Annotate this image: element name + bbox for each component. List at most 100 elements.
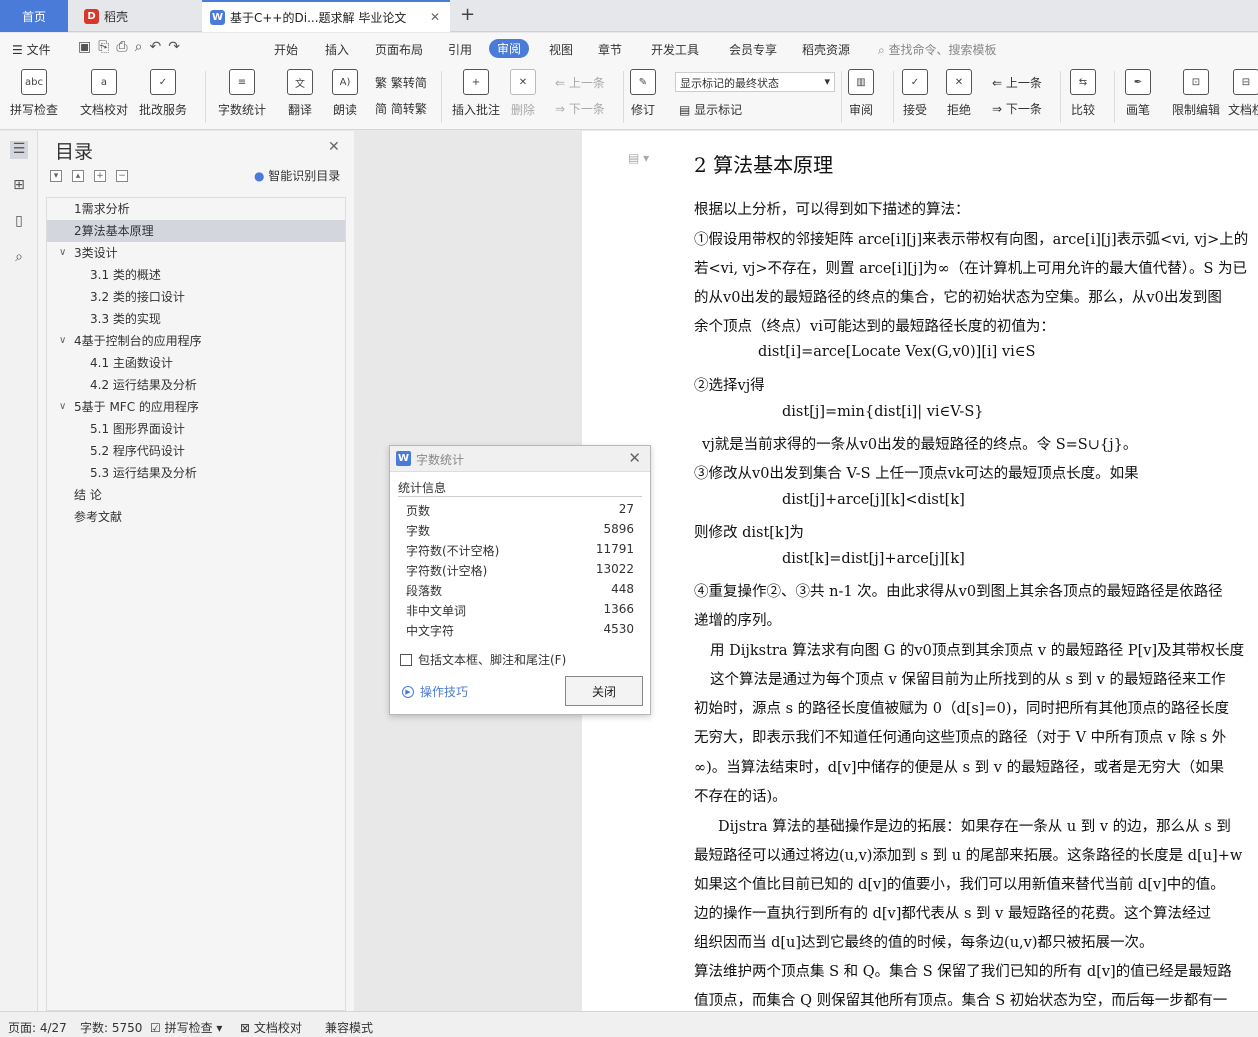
track-changes-button[interactable]: ✎ 修订	[630, 69, 656, 118]
menu-start[interactable]: 开始	[274, 41, 298, 58]
toc-item[interactable]: ∨ 4基于控制台的应用程序	[47, 330, 345, 352]
toc-item[interactable]: 4.1 主函数设计	[47, 352, 345, 374]
spell-check-status-label: 拼写检查	[164, 1021, 213, 1035]
smart-toc-icon: ●	[254, 169, 269, 183]
restrict-editing-button[interactable]: ⊡ 限制编辑	[1172, 69, 1220, 118]
close-icon[interactable]: ✕	[328, 139, 340, 155]
prev-comment-button[interactable]: ⇐ 上一条	[555, 74, 605, 91]
trad-to-simp-button[interactable]: 繁 繁转简	[375, 74, 427, 91]
proofread-icon: a	[91, 69, 117, 95]
word-count-indicator[interactable]: 字数: 5750	[80, 1019, 142, 1036]
tab-document[interactable]: W 基于C++的Di...题求解 毕业论文 ✕	[202, 0, 450, 32]
toc-item[interactable]: 4.2 运行结果及分析	[47, 374, 345, 396]
menu-insert[interactable]: 插入	[325, 41, 349, 58]
next-comment-button[interactable]: ⇒ 下一条	[555, 100, 605, 117]
revise-service-button[interactable]: ✓ 批改服务	[139, 69, 187, 118]
menu-layout[interactable]: 页面布局	[375, 41, 423, 58]
tab-bar: 首页 D 稻壳 W 基于C++的Di...题求解 毕业论文 ✕ +	[0, 0, 1258, 32]
new-tab-icon[interactable]: +	[460, 4, 475, 25]
delete-comment-button[interactable]: ✕ 删除	[510, 69, 536, 118]
accept-button[interactable]: ✓ 接受	[902, 69, 928, 118]
tab-close-icon[interactable]: ✕	[430, 10, 440, 24]
track-changes-label: 修订	[630, 103, 655, 117]
doc-line: 则修改 dist[k]为	[694, 525, 804, 541]
pen-button[interactable]: ✒ 画笔	[1125, 69, 1151, 118]
toc-item[interactable]: ∨ 5基于 MFC 的应用程序	[47, 396, 345, 418]
proofread-status[interactable]: ⊠ 文档校对	[240, 1019, 302, 1036]
chevron-down-icon[interactable]: ∨	[59, 242, 66, 264]
include-textbox-checkbox[interactable]: 包括文本框、脚注和尾注(F)	[400, 651, 566, 668]
toc-item[interactable]: 3.1 类的概述	[47, 264, 345, 286]
doc-line: 最短路径可以通过将边(u,v)添加到 s 到 u 的尾部来拓展。这条路径的长度是…	[694, 848, 1243, 864]
menu-daoke-resources[interactable]: 稻壳资源	[802, 41, 850, 58]
close-button[interactable]: 关闭	[565, 676, 643, 706]
tips-label: 操作技巧	[420, 685, 469, 699]
proofread-button[interactable]: a 文档校对	[80, 69, 128, 118]
add-heading-icon[interactable]: +	[94, 170, 106, 182]
toc-item[interactable]: 5.3 运行结果及分析	[47, 462, 345, 484]
toc-item[interactable]: 3.2 类的接口设计	[47, 286, 345, 308]
toc-list: 1需求分析 2算法基本原理 ∨ 3类设计 3.1 类的概述 3.2 类的接口设计 3.3 类…	[46, 197, 346, 1011]
dialog-header: W 字数统计 ✕	[390, 446, 650, 472]
page-indicator[interactable]: 页面: 4/27	[8, 1019, 67, 1036]
collapse-all-icon[interactable]: ▾	[50, 170, 62, 182]
menu-developer[interactable]: 开发工具	[651, 41, 699, 58]
daoke-logo-icon: D	[84, 8, 99, 24]
toc-item[interactable]: 2算法基本原理	[47, 220, 345, 242]
toc-item[interactable]: 5.1 图形界面设计	[47, 418, 345, 440]
trad-to-simp-label: 繁转简	[390, 76, 427, 90]
command-search[interactable]: ⌕ 查找命令、搜索模板	[878, 41, 997, 58]
compare-button[interactable]: ⇆ 比较	[1070, 69, 1096, 118]
smart-toc-button[interactable]: ● 智能识别目录	[254, 167, 340, 184]
toc-item[interactable]: 5.2 程序代码设计	[47, 440, 345, 462]
file-menu[interactable]: ☰ 文件	[12, 41, 51, 58]
menu-member[interactable]: 会员专享	[729, 41, 777, 58]
expand-icon[interactable]: ▴	[72, 170, 84, 182]
spell-check-status[interactable]: ☑ 拼写检查 ▾	[150, 1019, 222, 1036]
quick-access-toolbar[interactable]: ▣⎘⎙⌕↶↷	[78, 39, 187, 55]
accept-icon: ✓	[902, 69, 928, 95]
toc-panel-icon[interactable]: ☰	[10, 141, 28, 159]
show-markup-button[interactable]: ▤ 显示标记	[679, 101, 742, 118]
menu-reference[interactable]: 引用	[448, 41, 472, 58]
tab-home[interactable]: 首页	[0, 0, 68, 32]
ribbon-divider	[1060, 71, 1061, 123]
reject-button[interactable]: ✕ 拒绝	[946, 69, 972, 118]
toc-item[interactable]: 1需求分析	[47, 198, 345, 220]
menu-view[interactable]: 视图	[549, 41, 573, 58]
insert-comment-icon: +	[463, 69, 489, 95]
chevron-down-icon[interactable]: ∨	[59, 330, 66, 352]
remove-heading-icon[interactable]: −	[116, 170, 128, 182]
find-icon[interactable]: ⌕	[10, 249, 28, 267]
doc-permission-button[interactable]: ⊟ 文档权	[1228, 69, 1258, 118]
spell-check-button[interactable]: abc 拼写检查	[10, 69, 58, 118]
toc-item[interactable]: 3.3 类的实现	[47, 308, 345, 330]
toc-item-label: 3.1 类的概述	[90, 268, 161, 282]
document-page[interactable]: ▤ ▾ 2 算法基本原理 根据以上分析，可以得到如下描述的算法： ①假设用带权的邻…	[582, 131, 1258, 1011]
simp-to-trad-button[interactable]: 简 简转繁	[375, 100, 427, 117]
smart-toc-label: 智能识别目录	[268, 169, 341, 183]
tab-daoke[interactable]: D 稻壳	[72, 0, 200, 32]
chevron-down-icon[interactable]: ∨	[59, 396, 66, 418]
doc-line: Dijstra 算法的基础操作是边的拓展：如果存在一条从 u 到 v 的边，那么…	[718, 819, 1231, 835]
outline-icon[interactable]: ⊞	[10, 177, 28, 195]
toc-item[interactable]: ∨ 3类设计	[47, 242, 345, 264]
next-change-button[interactable]: ⇒ 下一条	[992, 100, 1042, 117]
prev-comment-label: 上一条	[568, 76, 605, 90]
menu-review[interactable]: 审阅	[489, 39, 530, 58]
close-icon[interactable]: ✕	[628, 449, 641, 467]
word-count-button[interactable]: ≡ 字数统计	[218, 69, 266, 118]
prev-change-button[interactable]: ⇐ 上一条	[992, 74, 1042, 91]
translate-button[interactable]: 文翻译	[287, 69, 313, 118]
doc-line: 边的操作一直执行到所有的 d[v]都代表从 s 到 v 最短路径的花费。这个算法…	[694, 906, 1211, 922]
review-pane-button[interactable]: ▥ 审阅	[848, 69, 874, 118]
read-aloud-button[interactable]: A) 朗读	[332, 69, 358, 118]
page-options-icon[interactable]: ▤ ▾	[628, 151, 649, 165]
menu-chapter[interactable]: 章节	[598, 41, 622, 58]
toc-item[interactable]: 结 论	[47, 484, 345, 506]
toc-item[interactable]: 参考文献	[47, 506, 345, 528]
insert-comment-button[interactable]: + 插入批注	[452, 69, 500, 118]
tips-link[interactable]: ▶ 操作技巧	[402, 683, 468, 700]
markup-mode-select[interactable]: 显示标记的最终状态 ▾	[675, 72, 835, 92]
bookmark-icon[interactable]: ▯	[10, 213, 28, 231]
